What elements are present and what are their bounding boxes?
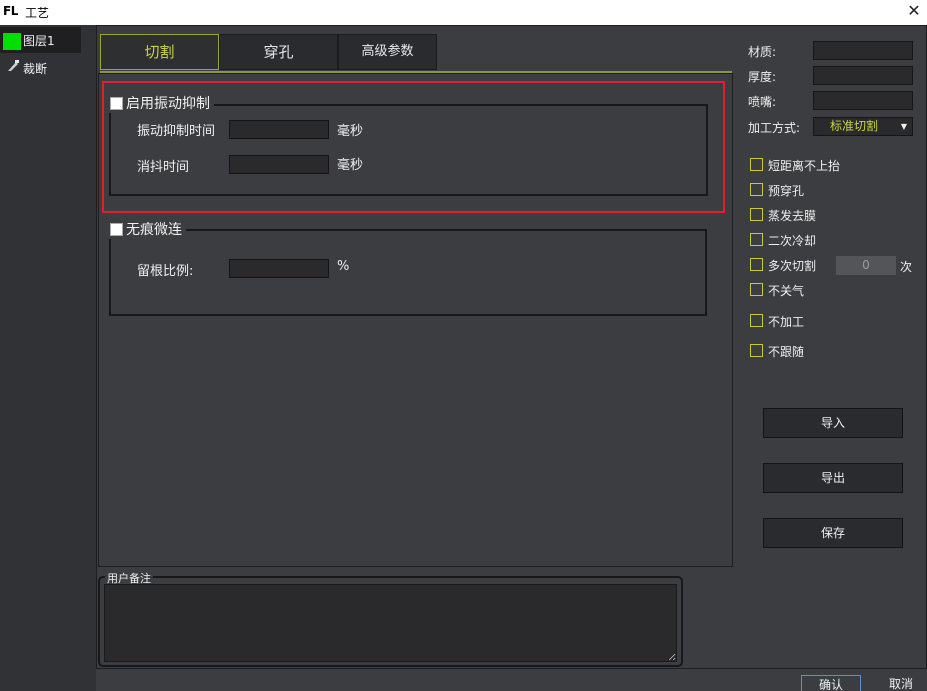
debounce-time-label: 消抖时间 (137, 160, 190, 175)
layer-item-cut[interactable]: 裁断 (0, 55, 81, 81)
app-logo: FL (3, 4, 18, 18)
title-bar: FL 工艺 ✕ (0, 0, 927, 25)
root-ratio-input[interactable] (229, 259, 329, 278)
gas-keep-label: 不关气 (768, 284, 805, 298)
multi-cut-checkbox[interactable] (750, 258, 763, 271)
thickness-label: 厚度: (748, 70, 777, 84)
confirm-button[interactable]: 确认 (801, 675, 861, 691)
short-distance-checkbox[interactable] (750, 158, 763, 171)
process-mode-select[interactable]: 标准切割 ▼ (813, 117, 913, 136)
layer-label: 图层1 (23, 34, 55, 48)
seamless-title: 无痕微连 (126, 222, 182, 238)
chevron-down-icon: ▼ (900, 122, 907, 131)
pre-pierce-checkbox[interactable] (750, 183, 763, 196)
process-mode-label: 加工方式: (748, 121, 801, 135)
layer-color-swatch (3, 33, 21, 50)
debounce-time-unit: 毫秒 (337, 158, 364, 173)
nozzle-label: 喷嘴: (748, 95, 777, 109)
vibration-time-unit: 毫秒 (337, 124, 364, 139)
save-button[interactable]: 保存 (763, 518, 903, 548)
gas-keep-checkbox[interactable] (750, 283, 763, 296)
vibration-group-title: 启用振动抑制 (108, 93, 214, 113)
window-title: 工艺 (25, 6, 50, 20)
no-follow-label: 不跟随 (768, 345, 805, 359)
debounce-time-input[interactable] (229, 155, 329, 174)
secondary-cooling-label: 二次冷却 (768, 234, 817, 248)
layer-label: 裁断 (23, 62, 48, 76)
seamless-group (109, 229, 707, 316)
material-input[interactable] (813, 41, 913, 60)
vibration-time-input[interactable] (229, 120, 329, 139)
tab-pierce[interactable]: 穿孔 (219, 34, 338, 70)
thickness-input[interactable] (813, 66, 913, 85)
film-evaporate-label: 蒸发去膜 (768, 209, 817, 223)
multi-cut-label: 多次切割 (768, 259, 817, 273)
tab-cut[interactable]: 切割 (100, 34, 219, 70)
no-process-checkbox[interactable] (750, 314, 763, 327)
root-ratio-label: 留根比例: (137, 264, 194, 279)
vibration-checkbox[interactable] (110, 96, 123, 110)
layer-item-1[interactable]: 图层1 (0, 27, 81, 53)
vibration-time-label: 振动抑制时间 (137, 124, 216, 139)
vibration-group (109, 104, 708, 196)
nozzle-input[interactable] (813, 91, 913, 110)
seamless-group-title: 无痕微连 (108, 219, 186, 239)
short-distance-label: 短距离不上抬 (768, 159, 841, 173)
material-label: 材质: (748, 45, 777, 59)
no-follow-checkbox[interactable] (750, 344, 763, 357)
export-button[interactable]: 导出 (763, 463, 903, 493)
multi-cut-count-input[interactable]: 0 (836, 256, 896, 275)
seamless-checkbox[interactable] (110, 222, 123, 236)
root-ratio-unit: % (337, 259, 350, 274)
cancel-button[interactable]: 取消 (877, 675, 925, 691)
close-icon[interactable]: ✕ (903, 0, 925, 24)
tab-advanced[interactable]: 高级参数 (338, 34, 437, 70)
import-button[interactable]: 导入 (763, 408, 903, 438)
vibration-title: 启用振动抑制 (126, 96, 210, 112)
notes-textarea[interactable] (104, 584, 677, 662)
multi-cut-unit: 次 (900, 260, 913, 274)
pre-pierce-label: 预穿孔 (768, 184, 805, 198)
process-mode-value: 标准切割 (830, 119, 879, 133)
no-process-label: 不加工 (768, 315, 805, 329)
layer-panel: 图层1 裁断 (0, 25, 96, 691)
film-evaporate-checkbox[interactable] (750, 208, 763, 221)
cut-icon (6, 59, 20, 77)
secondary-cooling-checkbox[interactable] (750, 233, 763, 246)
